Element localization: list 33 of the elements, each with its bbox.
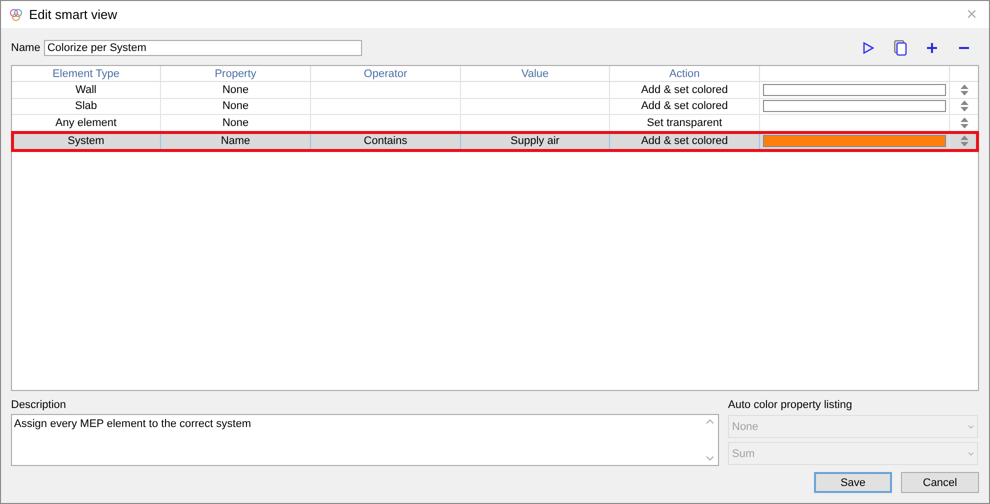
auto-color-label: Auto color property listing — [728, 399, 854, 411]
cancel-button[interactable]: Cancel — [901, 472, 979, 493]
table-cell: Contains — [311, 132, 461, 150]
table-cell: Supply air — [461, 132, 610, 150]
reorder-icon[interactable] — [960, 100, 968, 112]
reorder-icon[interactable] — [960, 84, 968, 96]
app-logo-icon — [9, 8, 23, 22]
color-swatch[interactable] — [763, 134, 946, 146]
window-title: Edit smart view — [29, 7, 118, 22]
copy-icon — [894, 40, 906, 56]
table-row[interactable]: System Name Contains Supply air Add & set colored — [12, 132, 978, 150]
save-button[interactable]: Save — [814, 472, 892, 493]
table-cell: Name — [161, 132, 311, 150]
scroll-down-icon[interactable] — [706, 456, 714, 461]
table-row[interactable]: Wall None Add & set colored — [12, 82, 978, 98]
name-field[interactable]: Colorize per System — [44, 40, 362, 56]
description-field[interactable]: Assign every MEP element to the correct system — [11, 414, 719, 466]
color-swatch[interactable] — [763, 100, 946, 112]
reorder-icon[interactable] — [960, 134, 968, 146]
dropdown-caret-icon — [968, 424, 974, 428]
scroll-up-icon[interactable] — [706, 419, 714, 424]
table-cell: Add & set colored — [610, 132, 760, 150]
play-icon — [862, 42, 874, 54]
add-icon — [926, 42, 938, 54]
table-row[interactable]: Any element None Set transparent — [12, 115, 978, 132]
copy-button[interactable] — [891, 39, 909, 57]
name-label: Name — [11, 42, 40, 54]
table-row[interactable]: Slab None Add & set colored — [12, 98, 978, 115]
color-swatch[interactable] — [763, 84, 946, 96]
table-cell: System — [12, 132, 161, 150]
dropdown-caret-icon — [968, 452, 974, 456]
reorder-icon[interactable] — [960, 116, 968, 129]
description-label: Description — [11, 399, 68, 411]
